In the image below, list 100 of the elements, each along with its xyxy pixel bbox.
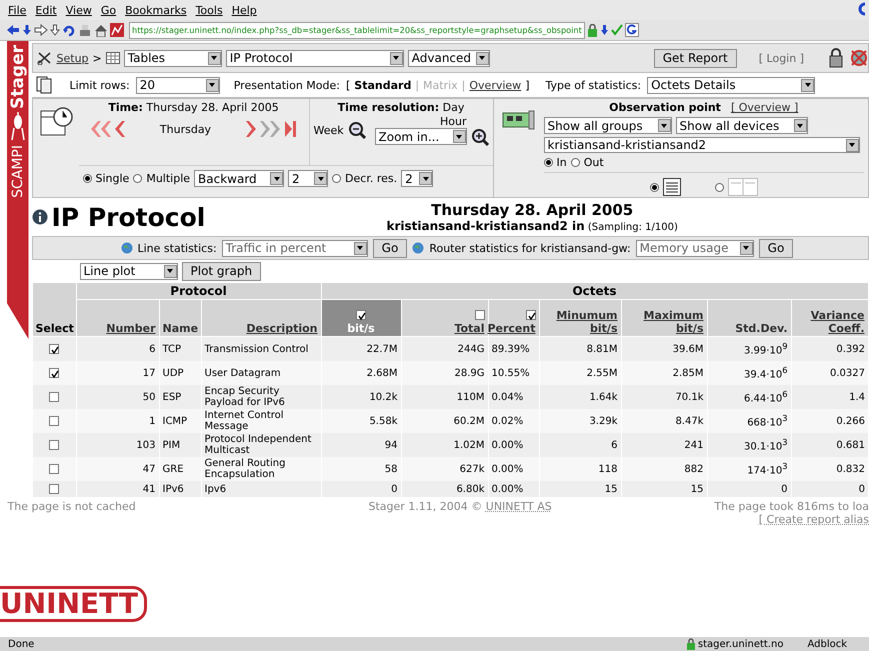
table-cell: Protocol Independent Multicast <box>201 433 321 457</box>
checkbox[interactable] <box>49 392 59 402</box>
line-statistics-dropdown[interactable]: Traffic in percent <box>222 240 368 256</box>
table-cell: Transmission Control <box>201 336 321 361</box>
address-field[interactable]: https://stager.uninett.no/index.php?ss_db=stager&ss_tablelimit=20&ss_reportstyle=graphsetup&ss_obspoint <box>129 22 585 38</box>
zoom-out-icon[interactable] <box>348 121 366 139</box>
info-icon[interactable] <box>32 209 48 225</box>
menu-item[interactable]: Help <box>232 4 257 16</box>
device-name: kristiansand-kristiansand2 in <box>386 219 585 233</box>
table-view-icon[interactable] <box>662 178 681 196</box>
presentation-mode-link[interactable]: Overview <box>469 78 522 92</box>
zoom-dropdown[interactable]: Zoom in... <box>374 128 466 145</box>
host-name: stager.uninett.no <box>698 638 784 650</box>
login-link[interactable]: [ Login ] <box>758 52 804 64</box>
groups-dropdown[interactable]: Show all groups <box>544 117 672 134</box>
setup-link[interactable]: Setup <box>56 52 89 64</box>
reload-icon[interactable] <box>62 24 76 36</box>
radio-button[interactable] <box>650 182 659 192</box>
checkbox[interactable] <box>49 368 59 378</box>
go-button[interactable]: Go <box>758 238 794 258</box>
table-cell: 17 <box>76 361 159 385</box>
column-header[interactable]: Number <box>76 300 159 336</box>
create-alias-link[interactable]: [ Create report alias <box>758 513 869 526</box>
down-arrow-icon[interactable] <box>600 24 609 36</box>
column-header[interactable]: Description <box>201 300 321 336</box>
chevron-right-icon[interactable] <box>245 120 258 138</box>
radio-button[interactable] <box>133 174 142 183</box>
column-header[interactable]: Variance Coeff. <box>791 300 868 336</box>
table-cell: 174·10$^{3}$ <box>707 457 791 481</box>
checkbox[interactable] <box>49 440 59 450</box>
radio-button[interactable] <box>570 158 580 167</box>
separator: | <box>462 78 466 92</box>
table-cell: 3.99·10$^{9}$ <box>707 336 791 361</box>
zoom-in-icon[interactable] <box>470 128 488 146</box>
menu-item[interactable]: Tools <box>196 4 223 16</box>
table-cell: 668·10$^{3}$ <box>707 409 791 433</box>
checkbox[interactable] <box>474 310 484 320</box>
column-header[interactable]: Maximum bit/s <box>621 300 707 336</box>
checkbox[interactable] <box>49 416 59 426</box>
resolution-dropdown[interactable]: 2 <box>401 170 434 187</box>
overview-link[interactable]: [ Overview ] <box>730 101 798 114</box>
radio-button[interactable] <box>544 158 552 167</box>
padlock-icon[interactable] <box>686 638 696 650</box>
checkmark-icon[interactable] <box>610 24 623 36</box>
week-label: Week <box>314 124 344 136</box>
table-cell: 5.58k <box>321 409 401 433</box>
go-button[interactable]: Go <box>372 238 408 258</box>
count-dropdown[interactable]: 2 <box>288 170 328 187</box>
table-cell: Ipv6 <box>201 481 321 497</box>
search-engine-icon[interactable] <box>624 23 639 37</box>
direction-dropdown[interactable]: Backward <box>194 170 284 187</box>
menu-item[interactable]: Bookmarks <box>125 4 187 16</box>
presentation-label: Presentation Mode: <box>234 78 340 92</box>
get-report-button[interactable]: Get Report <box>654 48 737 68</box>
radio-button[interactable] <box>82 174 92 183</box>
printer-icon[interactable] <box>78 24 92 36</box>
menu-item[interactable]: File <box>8 4 26 16</box>
skip-to-end-icon[interactable] <box>283 120 298 138</box>
page-title: IP Protocol <box>52 202 206 232</box>
forward-arrow-icon[interactable] <box>34 24 48 36</box>
globe-icon <box>120 242 132 254</box>
router-statistics-dropdown[interactable]: Memory usage <box>636 240 754 256</box>
plot-type-dropdown[interactable]: Line plot <box>80 262 178 280</box>
checkbox[interactable] <box>49 344 59 354</box>
table-cell: 47 <box>76 457 159 481</box>
checkbox[interactable] <box>356 310 366 320</box>
checkbox[interactable] <box>526 310 536 320</box>
adblock-label[interactable]: Adblock <box>807 638 847 650</box>
column-label[interactable]: Percent <box>487 322 536 335</box>
chevron-left-icon[interactable] <box>114 120 126 138</box>
devices-dropdown[interactable]: Show all devices <box>676 117 808 134</box>
radio-label: Decr. res. <box>345 172 398 185</box>
site-favicon-icon <box>110 23 124 37</box>
table-cell: 110M <box>401 385 488 409</box>
radio-button[interactable] <box>714 182 724 192</box>
statistics-dropdown[interactable]: Octets Details <box>647 76 816 94</box>
menu-item[interactable]: View <box>66 4 92 16</box>
table-cell: 882 <box>621 457 707 481</box>
column-header[interactable]: Minumum bit/s <box>539 300 621 336</box>
mode-dropdown[interactable]: Advanced <box>408 50 490 66</box>
radio-button[interactable] <box>332 174 342 183</box>
device-dropdown[interactable]: kristiansand-kristiansand2 <box>544 137 860 153</box>
checkbox[interactable] <box>49 464 59 474</box>
section-dropdown[interactable]: Tables <box>124 50 222 66</box>
table-cell: 70.1k <box>621 385 707 409</box>
uninett-link[interactable]: UNINETT AS <box>486 500 552 513</box>
uninett-logo: UNINETT <box>0 586 147 622</box>
back-arrow-icon[interactable] <box>6 24 20 36</box>
home-icon[interactable] <box>94 24 108 36</box>
report-dropdown[interactable]: IP Protocol <box>226 50 404 66</box>
presentation-mode-link[interactable]: Standard <box>354 78 412 92</box>
limit-dropdown[interactable]: 20 <box>136 76 220 94</box>
down-arrow-icon[interactable] <box>22 24 32 36</box>
column-label[interactable]: Total <box>454 322 484 335</box>
menu-item[interactable]: Edit <box>35 4 57 16</box>
plot-graph-button[interactable]: Plot graph <box>182 262 262 280</box>
down-arrow-icon[interactable] <box>50 24 60 36</box>
checkbox[interactable] <box>49 484 59 494</box>
caret-icon <box>208 52 221 64</box>
menu-item[interactable]: Go <box>100 4 116 16</box>
